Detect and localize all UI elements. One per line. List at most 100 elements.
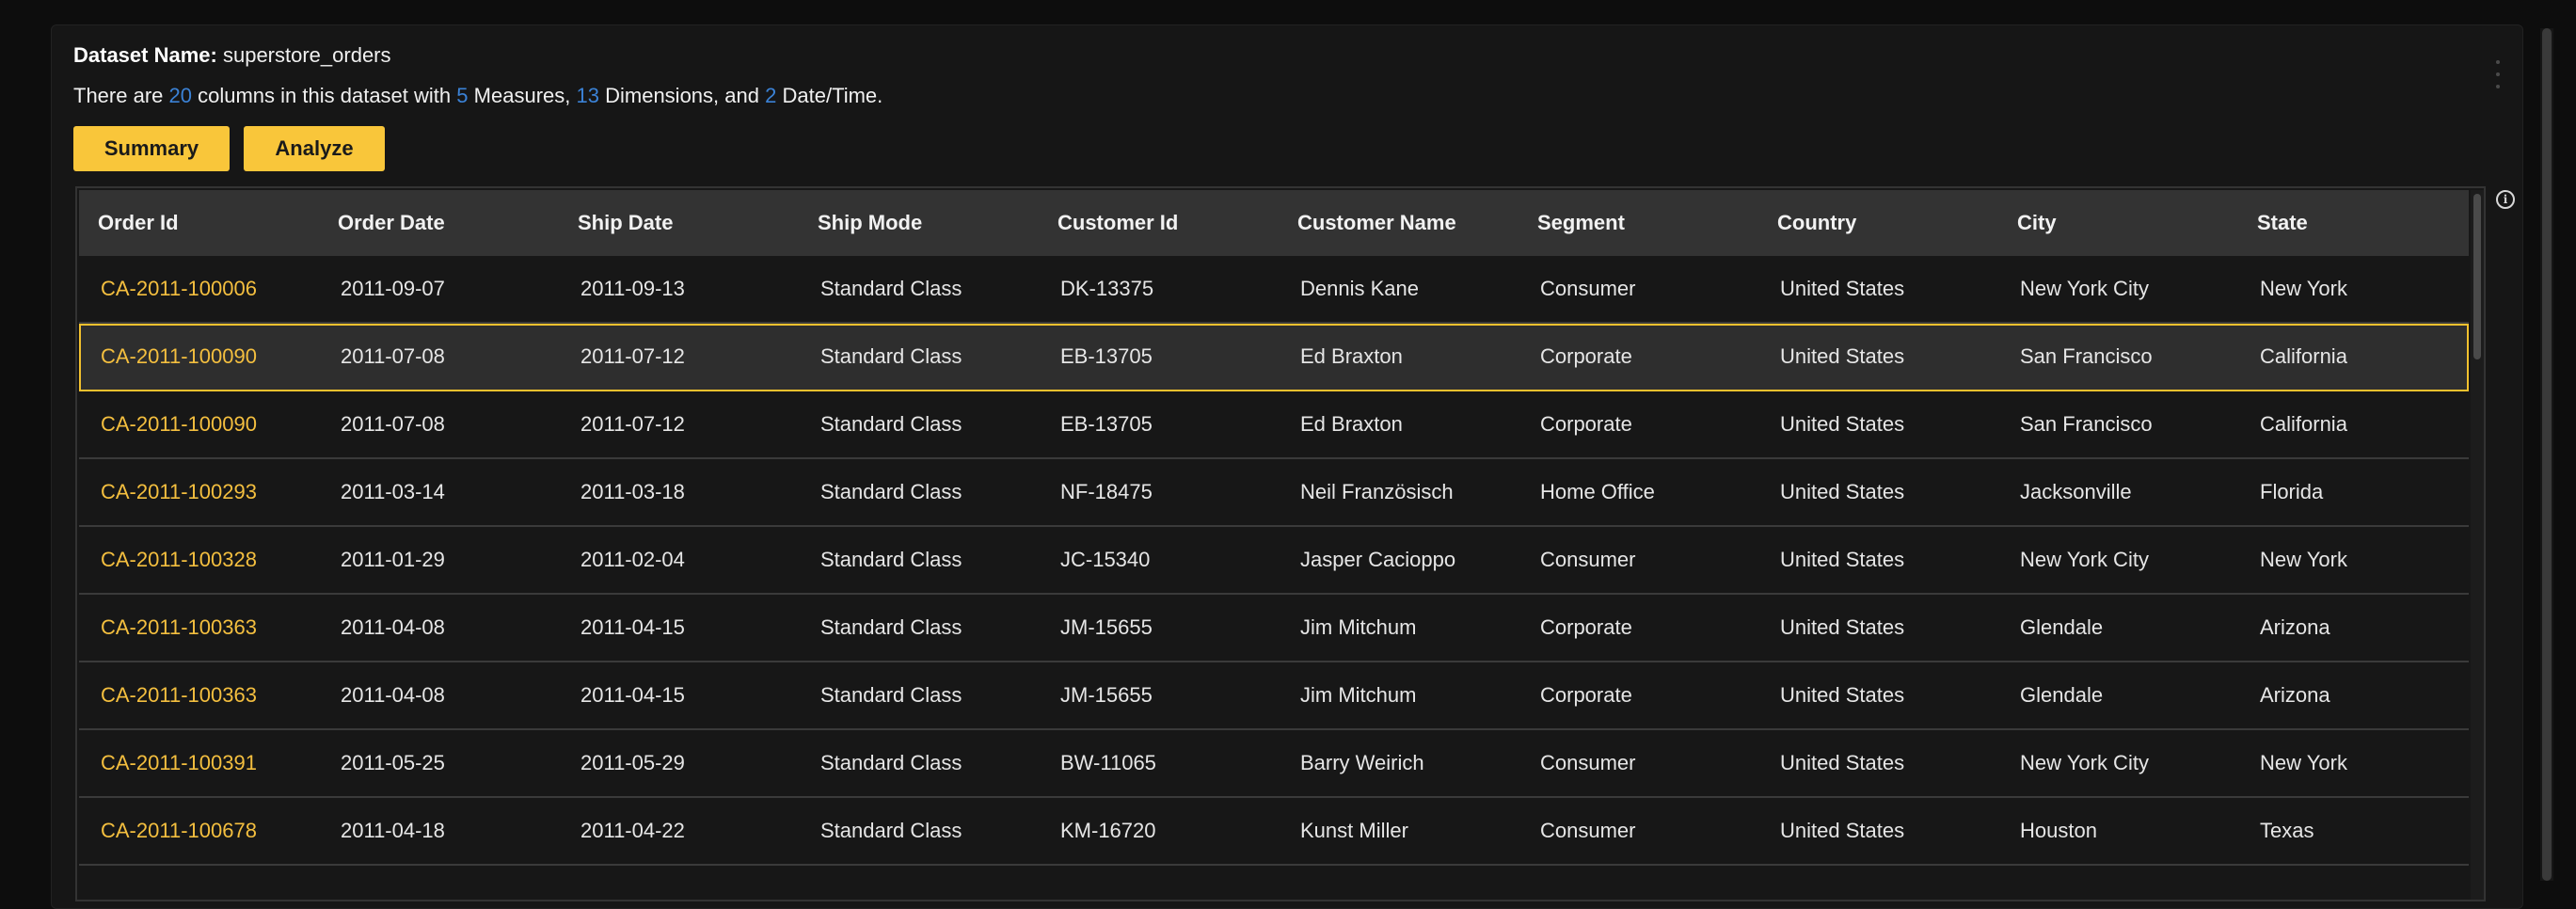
table-row[interactable]: CA-2011-100090 2011-07-08 2011-07-12 Standa… (79, 324, 2469, 391)
table-cell: Consumer (1540, 277, 1636, 300)
order-id-link[interactable]: CA-2011-100293 (101, 459, 257, 525)
column-header[interactable]: Ship Mode (818, 190, 922, 256)
column-header[interactable]: Segment (1537, 190, 1625, 256)
table-cell: 2011-04-08 (341, 615, 445, 639)
table-row[interactable]: CA-2011-100363 2011-04-08 2011-04-15 Standa… (79, 662, 2469, 730)
table-cell: California (2260, 412, 2347, 436)
table-cell: New York (2260, 548, 2347, 571)
table-cell: Jacksonville (2020, 480, 2132, 503)
page-scrollbar-thumb[interactable] (2542, 28, 2552, 881)
table-cell: New York City (2020, 751, 2149, 774)
table-cell: Consumer (1540, 548, 1636, 571)
datetime-count: 2 (765, 84, 777, 107)
table-cell: United States (1780, 277, 1905, 300)
table-cell: Arizona (2260, 683, 2330, 707)
column-header[interactable]: Country (1777, 190, 1856, 256)
table-cell: New York City (2020, 277, 2149, 300)
table-cell: 2011-01-29 (341, 548, 445, 571)
column-header[interactable]: State (2257, 190, 2308, 256)
table-header: Order Id Order Date Ship Date Ship Mode Cust… (79, 190, 2469, 256)
order-id-link[interactable]: CA-2011-100090 (101, 324, 257, 390)
table-row[interactable]: CA-2011-100328 2011-01-29 2011-02-04 Standa… (79, 527, 2469, 595)
order-id-link[interactable]: CA-2011-100391 (101, 730, 257, 796)
table-body: CA-2011-100006 2011-09-07 2011-09-13 Standa… (79, 256, 2469, 900)
table-cell: Standard Class (820, 819, 962, 842)
table-cell: EB-13705 (1060, 344, 1153, 368)
more-vertical-icon[interactable] (2491, 60, 2504, 88)
summary-mid3: Dimensions, and (605, 84, 759, 107)
table-cell: California (2260, 344, 2347, 368)
table-row[interactable]: CA-2011-100391 2011-05-25 2011-05-29 Standa… (79, 730, 2469, 798)
table-cell: 2011-07-12 (580, 412, 685, 436)
order-id-link[interactable]: CA-2011-100363 (101, 662, 257, 728)
order-id-link[interactable]: CA-2011-100090 (101, 391, 257, 457)
table-cell: 2011-05-29 (580, 751, 685, 774)
column-header[interactable]: Customer Name (1297, 190, 1456, 256)
column-header[interactable]: Ship Date (578, 190, 673, 256)
table-cell: Texas (2260, 819, 2314, 842)
column-header[interactable]: Order Id (98, 190, 179, 256)
table-cell: Glendale (2020, 615, 2104, 639)
page-scrollbar[interactable] (2540, 28, 2553, 881)
table-cell: Barry Weirich (1300, 751, 1424, 774)
table-cell: Consumer (1540, 819, 1636, 842)
table-row[interactable]: CA-2011-100006 2011-09-07 2011-09-13 Standa… (79, 256, 2469, 324)
table-cell: 2011-09-07 (341, 277, 445, 300)
table-cell: Florida (2260, 480, 2324, 503)
table-cell: Home Office (1540, 480, 1655, 503)
summary-suffix: Date/Time. (782, 84, 883, 107)
table-cell: 2011-04-15 (580, 683, 685, 707)
table-cell: 2011-07-08 (341, 344, 445, 368)
table-cell: Ed Braxton (1300, 344, 1403, 368)
table-scrollbar[interactable] (2471, 190, 2484, 900)
order-id-link[interactable]: CA-2011-100006 (101, 256, 257, 322)
table-cell: United States (1780, 751, 1905, 774)
table-cell: United States (1780, 344, 1905, 368)
table-cell: Glendale (2020, 683, 2104, 707)
table-cell: United States (1780, 480, 1905, 503)
table-cell: Standard Class (820, 277, 962, 300)
measures-count: 5 (456, 84, 469, 107)
table-cell: JC-15340 (1060, 548, 1151, 571)
table-cell: Jim Mitchum (1300, 683, 1417, 707)
table-cell: United States (1780, 683, 1905, 707)
table-cell: New York (2260, 277, 2347, 300)
table-cell: 2011-04-22 (580, 819, 685, 842)
table-cell: Arizona (2260, 615, 2330, 639)
table-cell: Consumer (1540, 751, 1636, 774)
table-cell: San Francisco (2020, 344, 2153, 368)
table-cell: United States (1780, 819, 1905, 842)
column-header[interactable]: Customer Id (1057, 190, 1178, 256)
table-cell: Corporate (1540, 683, 1632, 707)
table-row[interactable]: CA-2011-100090 2011-07-08 2011-07-12 Standa… (79, 391, 2469, 459)
table-cell: Standard Class (820, 683, 962, 707)
analyze-button[interactable]: Analyze (244, 126, 385, 171)
order-id-link[interactable]: CA-2011-100678 (101, 798, 257, 864)
table-cell: 2011-03-18 (580, 480, 685, 503)
summary-button[interactable]: Summary (73, 126, 230, 171)
table-cell: Neil Französisch (1300, 480, 1454, 503)
table-row[interactable]: CA-2011-100363 2011-04-08 2011-04-15 Standa… (79, 595, 2469, 662)
table-cell: New York City (2020, 548, 2149, 571)
table-cell: Standard Class (820, 751, 962, 774)
table-cell: United States (1780, 412, 1905, 436)
table-row[interactable]: CA-2011-100293 2011-03-14 2011-03-18 Standa… (79, 459, 2469, 527)
table-cell: BW-11065 (1060, 751, 1156, 774)
dataset-title: Dataset Name: superstore_orders (73, 43, 391, 68)
table-cell: Kunst Miller (1300, 819, 1408, 842)
table-cell: 2011-07-12 (580, 344, 685, 368)
info-icon[interactable]: i (2496, 190, 2515, 209)
table-cell: Standard Class (820, 344, 962, 368)
table-cell: 2011-03-14 (341, 480, 445, 503)
table-row[interactable]: CA-2011-100678 2011-04-18 2011-04-22 Standa… (79, 798, 2469, 866)
table-cell: Houston (2020, 819, 2097, 842)
table-cell: San Francisco (2020, 412, 2153, 436)
table-scrollbar-thumb[interactable] (2473, 194, 2481, 359)
table-row[interactable] (79, 866, 2469, 900)
table-cell: 2011-04-08 (341, 683, 445, 707)
column-header[interactable]: City (2017, 190, 2057, 256)
order-id-link[interactable]: CA-2011-100328 (101, 527, 257, 593)
column-header[interactable]: Order Date (338, 190, 445, 256)
summary-mid2: Measures, (473, 84, 571, 107)
order-id-link[interactable]: CA-2011-100363 (101, 595, 257, 661)
